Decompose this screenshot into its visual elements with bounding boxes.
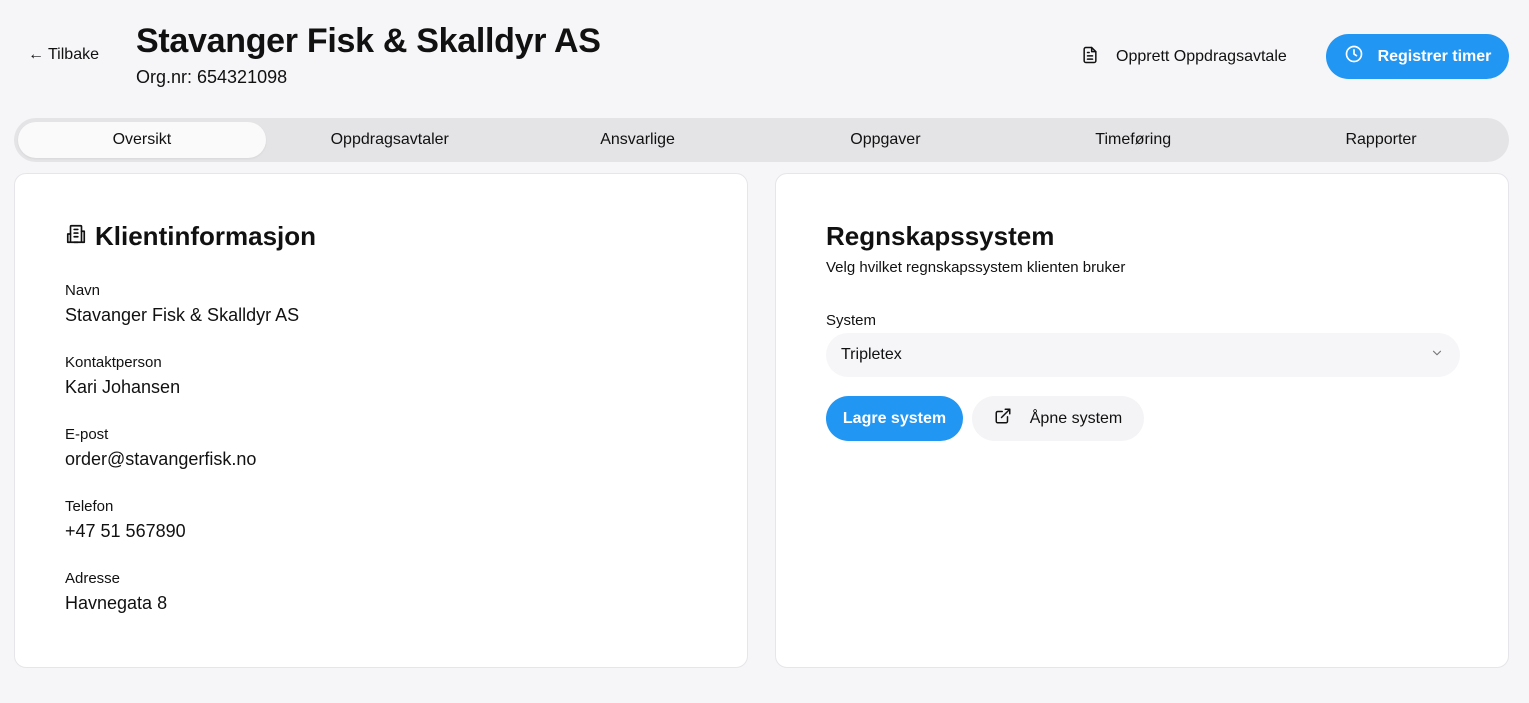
register-time-label: Registrer timer [1377, 47, 1492, 65]
create-agreement-label: Opprett Oppdragsavtale [1116, 48, 1287, 65]
accounting-system-subtitle: Velg hvilket regnskapssystem klienten br… [826, 259, 1126, 276]
tab-ansvarlige[interactable]: Ansvarlige [514, 122, 762, 158]
field-value: Kari Johansen [65, 377, 181, 397]
tab-oppdragsavtaler[interactable]: Oppdragsavtaler [266, 122, 514, 158]
register-time-button[interactable]: Registrer timer [1326, 34, 1509, 79]
selected-system: Tripletex [841, 346, 902, 363]
tab-rapporter[interactable]: Rapporter [1257, 122, 1505, 158]
client-info-heading: Klientinformasjon [65, 221, 316, 252]
clock-icon [1344, 44, 1364, 69]
field-phone: Telefon +47 51 567890 [65, 498, 186, 542]
back-label: Tilbake [48, 46, 99, 63]
tab-oppgaver[interactable]: Oppgaver [761, 122, 1009, 158]
save-system-button[interactable]: Lagre system [826, 396, 963, 441]
external-link-icon [994, 407, 1012, 430]
field-address: Adresse Havnegata 8 [65, 570, 167, 614]
field-name: Navn Stavanger Fisk & Skalldyr AS [65, 282, 299, 326]
arrow-left-icon: ← [28, 46, 44, 63]
field-value: Havnegata 8 [65, 593, 168, 613]
document-icon [1080, 45, 1100, 70]
open-system-label: Åpne system [1029, 409, 1123, 427]
field-contact-person: Kontaktperson Kari Johansen [65, 354, 180, 398]
accounting-system-title: Regnskapssystem [826, 221, 1055, 251]
org-number: Org.nr: 654321098 [136, 67, 288, 87]
field-label: Adresse [65, 570, 121, 587]
system-label: System [826, 312, 877, 329]
field-value: +47 51 567890 [65, 521, 186, 541]
field-label: Navn [65, 282, 101, 299]
back-link[interactable]: ← Tilbake [28, 46, 99, 64]
page-title: Stavanger Fisk & Skalldyr AS [136, 22, 601, 60]
field-label: Telefon [65, 498, 114, 515]
client-info-title: Klientinformasjon [95, 221, 317, 251]
field-email: E-post order@stavangerfisk.no [65, 426, 256, 470]
system-select[interactable]: Tripletex [826, 333, 1460, 377]
tab-timeforing[interactable]: Timeføring [1009, 122, 1257, 158]
field-label: E-post [65, 426, 109, 443]
field-label: Kontaktperson [65, 354, 162, 371]
create-agreement-button[interactable]: Opprett Oppdragsavtale [1080, 44, 1287, 70]
tab-oversikt[interactable]: Oversikt [18, 122, 266, 158]
field-value: Stavanger Fisk & Skalldyr AS [65, 305, 300, 325]
field-value: order@stavangerfisk.no [65, 449, 257, 469]
client-info-card: Klientinformasjon Navn Stavanger Fisk & … [14, 173, 748, 668]
chevron-down-icon [1430, 346, 1444, 365]
building-icon [65, 221, 87, 252]
accounting-system-card: Regnskapssystem Velg hvilket regnskapssy… [775, 173, 1509, 668]
tab-bar: Oversikt Oppdragsavtaler Ansvarlige Oppg… [14, 118, 1509, 162]
open-system-button[interactable]: Åpne system [972, 396, 1144, 441]
